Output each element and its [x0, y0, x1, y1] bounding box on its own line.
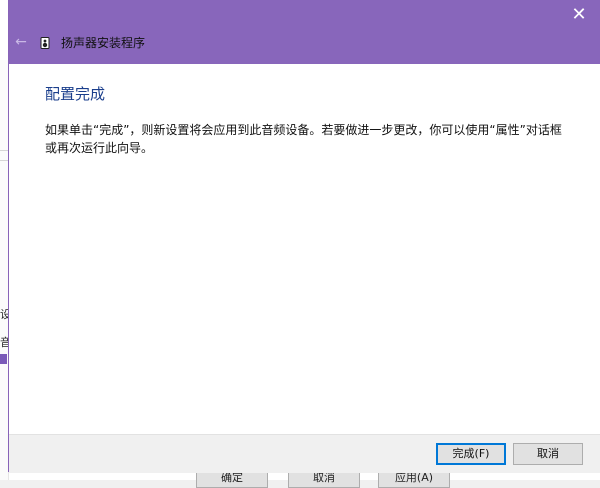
title-bar: ✕ ← 扬声器安装程序: [9, 0, 600, 64]
speaker-setup-dialog: ✕ ← 扬声器安装程序 配置完成 如果单击“完成”，则新设置将会应用到此音频设备…: [8, 0, 600, 473]
finish-button[interactable]: 完成(F): [436, 443, 506, 465]
background-accent: [0, 354, 7, 364]
dialog-footer: 完成(F) 取消: [9, 434, 600, 473]
cancel-button[interactable]: 取消: [513, 443, 583, 465]
back-arrow-icon: ←: [15, 34, 27, 50]
background-divider: [0, 150, 8, 151]
background-divider: [0, 160, 8, 161]
dialog-title: 扬声器安装程序: [61, 36, 146, 50]
close-icon[interactable]: ✕: [568, 4, 590, 26]
description-text: 如果单击“完成”，则新设置将会应用到此音频设备。若要做进一步更改，你可以使用“属…: [45, 123, 562, 155]
speaker-icon: [40, 37, 50, 49]
page-heading: 配置完成: [45, 85, 106, 103]
